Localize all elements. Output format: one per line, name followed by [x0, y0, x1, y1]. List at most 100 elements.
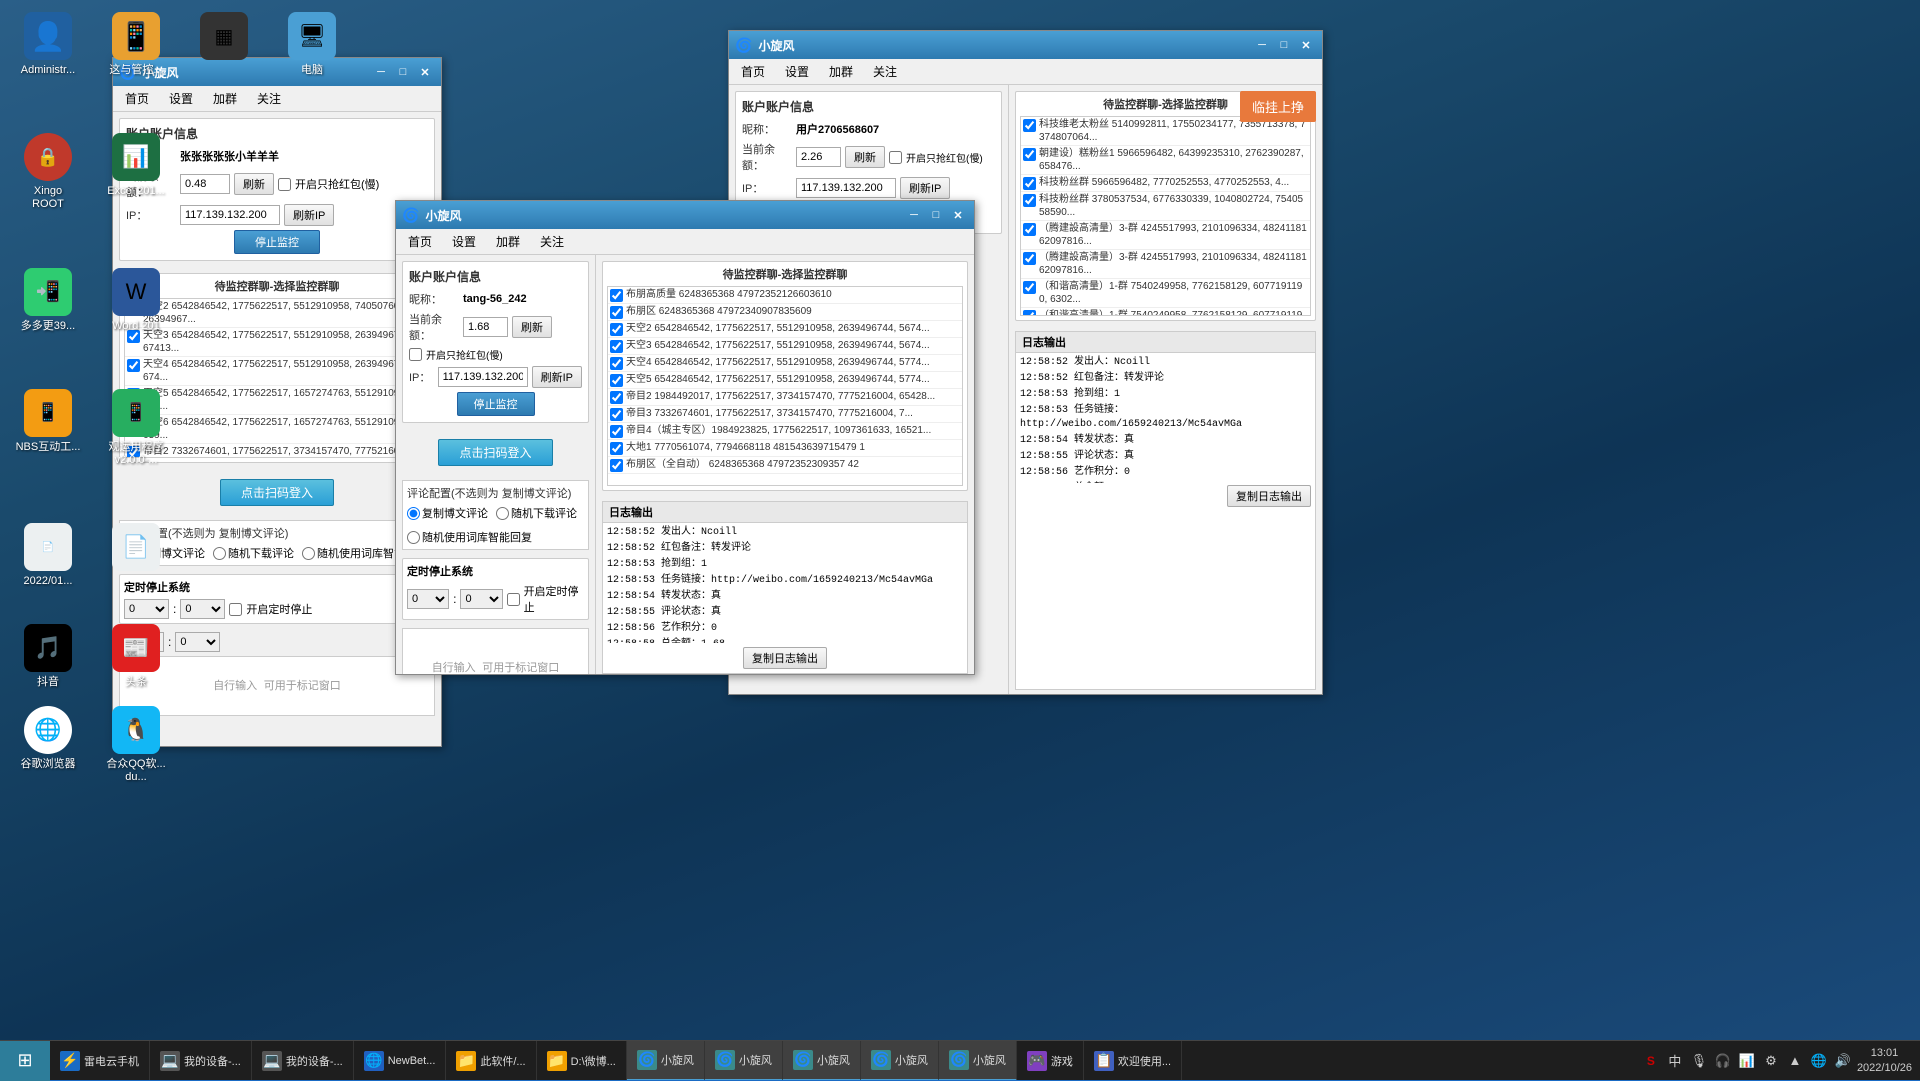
mi-2-4[interactable]: 天空3 6542846542, 1775622517, 5512910958, … — [608, 338, 962, 355]
desktop-icon-nbs[interactable]: 📱 NBS互动工... — [8, 385, 88, 471]
timing-min-2[interactable]: 0 — [460, 589, 502, 609]
minimize-btn-2[interactable]: ─ — [904, 206, 924, 224]
log-content-2[interactable]: 12:58:52 发出人：Ncoill 12:58:52 红包备注：转发评论 1… — [603, 523, 967, 643]
taskbar-newbet[interactable]: 🌐 NewBet... — [354, 1041, 447, 1080]
desktop-icon-qq[interactable]: 🐧 合众QQ软...du... — [96, 702, 176, 788]
refresh-balance-btn-3[interactable]: 刷新 — [845, 146, 885, 168]
mi-2-3[interactable]: 天空2 6542846542, 1775622517, 5512910958, … — [608, 321, 962, 338]
monitor-list-3[interactable]: 科技维老太粉丝 5140992811, 17550234177, 7355713… — [1020, 116, 1311, 316]
taskbar-mydevice1[interactable]: 💻 我的设备-... — [150, 1041, 252, 1080]
mi-2-7[interactable]: 帝目2 1984492017, 1775622517, 3734157470, … — [608, 389, 962, 406]
tray-network[interactable]: 🌐 — [1809, 1051, 1829, 1071]
mi-2-11[interactable]: 布朋区（全自动） 6248365368 47972352309357 42 — [608, 457, 962, 474]
desktop-icon-word[interactable]: W Word 201 — [96, 264, 176, 337]
maximize-btn-3[interactable]: □ — [1274, 36, 1294, 54]
tray-ime[interactable]: 中 — [1665, 1051, 1685, 1071]
titlebar-2[interactable]: 🌀 小旋风 ─ □ ✕ — [396, 201, 974, 229]
menu-home-2[interactable]: 首页 — [400, 231, 440, 252]
menu-settings-3[interactable]: 设置 — [777, 61, 817, 82]
refresh-balance-btn-2[interactable]: 刷新 — [512, 316, 552, 338]
desktop-icon-app2[interactable]: 📱 这与管控... — [96, 8, 176, 81]
taskbar-mydevice2[interactable]: 💻 我的设备-... — [252, 1041, 354, 1080]
mi-3-2[interactable]: 朝建设）糕粉丝1 5966596482, 64399235310, 276239… — [1021, 146, 1310, 175]
redpack-check-3[interactable]: 开启只抢红包(慢) — [889, 150, 983, 165]
menu-group-3[interactable]: 加群 — [821, 61, 861, 82]
redpack-check-2[interactable]: 开启只抢红包(慢) — [409, 347, 503, 362]
desktop-icon-apps[interactable]: 📲 多多更39... — [8, 264, 88, 337]
menu-home-3[interactable]: 首页 — [733, 61, 773, 82]
mi-2-6[interactable]: 天空5 6542846542, 1775622517, 5512910958, … — [608, 372, 962, 389]
desktop-icon-2022[interactable]: 📄 2022/01... — [8, 519, 88, 592]
mi-2-2[interactable]: 布朋区 6248365368 47972340907835609 — [608, 304, 962, 321]
copy-log-btn-2[interactable]: 复制日志输出 — [743, 647, 827, 669]
desktop-icon-app-v2[interactable]: 📱 观运用程序v2.0.0-... — [96, 385, 176, 471]
monitor-list-2[interactable]: 布朋高质量 6248365368 47972352126603610 布朋区 6… — [607, 286, 963, 486]
stop-monitor-btn-2[interactable]: 停止监控 — [457, 392, 535, 416]
log-item-3-4: 12:58:53 任务链接：http://weibo.com/165924021… — [1018, 403, 1313, 433]
balance-input-2[interactable] — [463, 317, 508, 337]
taskbar-game[interactable]: 🎮 游戏 — [1017, 1041, 1084, 1080]
desktop-icon-chrome[interactable]: 🌐 谷歌浏览器 — [8, 702, 88, 788]
mi-3-7[interactable]: （和谐高清量）1-群 7540249958, 7762158129, 60771… — [1021, 279, 1310, 308]
menu-follow-2[interactable]: 关注 — [532, 231, 572, 252]
close-btn-1[interactable]: ✕ — [415, 63, 435, 81]
refresh-ip-btn-2[interactable]: 刷新IP — [532, 366, 582, 388]
tray-chart[interactable]: 📊 — [1737, 1051, 1757, 1071]
menu-settings-2[interactable]: 设置 — [444, 231, 484, 252]
mi-2-8[interactable]: 帝目3 7332674601, 1775622517, 3734157470, … — [608, 406, 962, 423]
desktop-icon-xingo[interactable]: 🔒 XingoROOT — [8, 129, 88, 215]
tray-settings[interactable]: ⚙ — [1761, 1051, 1781, 1071]
mi-2-1[interactable]: 布朋高质量 6248365368 47972352126603610 — [608, 287, 962, 304]
scan-btn-2[interactable]: 点击扫码登入 — [438, 439, 552, 466]
close-btn-3[interactable]: ✕ — [1296, 36, 1316, 54]
note-textarea-2[interactable]: 自行输入 可用于标记窗口 — [402, 628, 589, 674]
tray-sound[interactable]: 🔊 — [1833, 1051, 1853, 1071]
tray-sogou[interactable]: S — [1641, 1051, 1661, 1071]
ip-input-3[interactable] — [796, 178, 896, 198]
ip-input-2[interactable] — [438, 367, 528, 387]
mi-3-5[interactable]: （腾建設高清量）3-群 4245517993, 2101096334, 4824… — [1021, 221, 1310, 250]
taskbar-wind3[interactable]: 🌀 小旋风 — [783, 1041, 861, 1080]
tray-micro[interactable]: 🎙 — [1689, 1051, 1709, 1071]
minimize-btn-3[interactable]: ─ — [1252, 36, 1272, 54]
mi-3-6[interactable]: （腾建設高清量）3-群 4245517993, 2101096334, 4824… — [1021, 250, 1310, 279]
desktop-icon-pc[interactable]: 🖥 电脑 — [272, 8, 352, 81]
balance-input-3[interactable] — [796, 147, 841, 167]
taskbar-wind1[interactable]: 🌀 小旋风 — [627, 1041, 705, 1080]
refresh-ip-btn-3[interactable]: 刷新IP — [900, 177, 950, 199]
maximize-btn-2[interactable]: □ — [926, 206, 946, 224]
close-btn-2[interactable]: ✕ — [948, 206, 968, 224]
menu-group-2[interactable]: 加群 — [488, 231, 528, 252]
mi-3-3[interactable]: 科技粉丝群 5966596482, 7770252553, 4770252553… — [1021, 175, 1310, 192]
taskbar-wind5[interactable]: 🌀 小旋风 — [939, 1041, 1017, 1080]
tray-up[interactable]: ▲ — [1785, 1051, 1805, 1071]
menu-follow-3[interactable]: 关注 — [865, 61, 905, 82]
timing-check-2[interactable]: 开启定时停止 — [507, 583, 584, 615]
titlebar-3[interactable]: 🌀 小旋风 ─ □ ✕ — [729, 31, 1322, 59]
mi-3-4[interactable]: 科技粉丝群 3780537534, 6776330339, 1040802724… — [1021, 192, 1310, 221]
tray-headset[interactable]: 🎧 — [1713, 1051, 1733, 1071]
taskbar-wind2[interactable]: 🌀 小旋风 — [705, 1041, 783, 1080]
taskbar-welcome[interactable]: 📋 欢迎使用... — [1084, 1041, 1182, 1080]
mi-3-8[interactable]: （和谐高清量）1-群 7540249958, 7762158129, 60771… — [1021, 308, 1310, 316]
start-button[interactable]: ⊞ — [0, 1041, 50, 1081]
taskbar-folder[interactable]: 📁 D:\微博... — [537, 1041, 627, 1080]
log-content-3[interactable]: 12:58:52 发出人：Ncoill 12:58:52 红包备注：转发评论 1… — [1016, 353, 1315, 483]
taskbar-wind4[interactable]: 🌀 小旋风 — [861, 1041, 939, 1080]
taskbar-thunder[interactable]: ⚡ 雷电云手机 — [50, 1041, 150, 1080]
desktop-icon-toutiao[interactable]: 📰 头条 — [96, 620, 176, 693]
mi-2-10[interactable]: 大地1 7770561074, 7794668118 4815436397154… — [608, 440, 962, 457]
mi-2-5[interactable]: 天空4 6542846542, 1775622517, 5512910958, … — [608, 355, 962, 372]
right-float-btn-3[interactable]: 临挂上挣 — [1240, 91, 1316, 122]
timing-hour-2[interactable]: 0 — [407, 589, 449, 609]
maximize-btn-1[interactable]: □ — [393, 63, 413, 81]
copy-log-btn-3[interactable]: 复制日志输出 — [1227, 485, 1311, 507]
desktop-icon-qr[interactable]: ▦ — [184, 8, 264, 81]
desktop-icon-admin[interactable]: 👤 Administr... — [8, 8, 88, 81]
desktop-icon-excel[interactable]: 📊 Excel 201... — [96, 129, 176, 215]
desktop-icon-blank[interactable]: 📄 — [96, 519, 176, 592]
taskbar-software[interactable]: 📁 此软件/... — [446, 1041, 536, 1080]
mi-2-9[interactable]: 帝目4（城主专区）1984923825, 1775622517, 1097361… — [608, 423, 962, 440]
minimize-btn-1[interactable]: ─ — [371, 63, 391, 81]
desktop-icon-tiktok[interactable]: 🎵 抖音 — [8, 620, 88, 693]
